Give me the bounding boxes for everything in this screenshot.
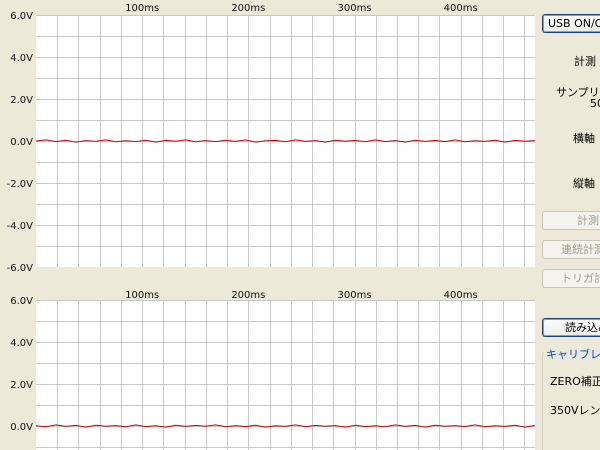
bottom-y-tick-label: 0.0V xyxy=(10,422,33,433)
sampling-value: 50 xyxy=(590,97,600,110)
top-y-tick-label: 0.0V xyxy=(10,137,33,148)
bottom-plot-area xyxy=(36,300,535,450)
top-y-tick-label: -4.0V xyxy=(7,221,34,232)
calibration-title: キャリブレーション xyxy=(544,346,600,362)
y-axis-label: 縦軸 xyxy=(573,177,595,190)
top-x-tick-label: 300ms xyxy=(337,3,371,14)
bottom-x-tick-label: 100ms xyxy=(125,290,159,301)
trigger-measure-button[interactable]: トリガ計測 xyxy=(542,269,600,288)
top-oscilloscope-panel: 6.0V 4.0V 2.0V 0.0V -2.0V -4.0V -6.0V 100ms 200m… xyxy=(0,0,540,274)
x-axis-label: 横軸 xyxy=(573,132,595,145)
top-y-tick-label: 6.0V xyxy=(10,11,33,22)
top-x-tick-label: 400ms xyxy=(444,3,478,14)
top-voltage-chart: 6.0V 4.0V 2.0V 0.0V -2.0V -4.0V -6.0V 100ms 200m… xyxy=(7,3,536,274)
top-x-tick-label: 100ms xyxy=(125,3,159,14)
load-button[interactable]: 読み込み xyxy=(542,318,600,337)
usb-onoff-button[interactable]: USB ON/OFF xyxy=(542,14,600,33)
control-panel: USB ON/OFF 計測 サンプリング 50 横軸 縦軸 計測 連続計測 トリ… xyxy=(538,0,600,450)
bottom-y-tick-label: 2.0V xyxy=(10,380,33,391)
top-y-tick-label: -6.0V xyxy=(7,263,34,274)
continuous-measure-button[interactable]: 連続計測 xyxy=(542,240,600,259)
top-y-tick-label: -2.0V xyxy=(7,179,34,190)
top-y-tick-label: 2.0V xyxy=(10,95,33,106)
top-y-tick-label: 4.0V xyxy=(10,53,33,64)
measure-button[interactable]: 計測 xyxy=(542,211,600,230)
top-x-tick-label: 200ms xyxy=(231,3,265,14)
calibration-group xyxy=(542,352,600,450)
bottom-y-tick-label: 6.0V xyxy=(10,296,33,307)
bottom-voltage-chart: 6.0V 4.0V 2.0V 0.0V 100ms 200ms 300ms 400ms xyxy=(10,290,536,450)
range-350v-label: 350Vレンジ xyxy=(550,404,600,417)
bottom-x-tick-label: 200ms xyxy=(231,290,265,301)
bottom-y-tick-label: 4.0V xyxy=(10,338,33,349)
bottom-x-tick-label: 400ms xyxy=(444,290,478,301)
bottom-oscilloscope-panel: 6.0V 4.0V 2.0V 0.0V 100ms 200ms 300ms 400ms xyxy=(0,290,540,450)
zero-correction-label: ZERO補正 xyxy=(550,375,600,388)
measure-label: 計測 xyxy=(574,55,596,68)
bottom-x-tick-label: 300ms xyxy=(337,290,371,301)
